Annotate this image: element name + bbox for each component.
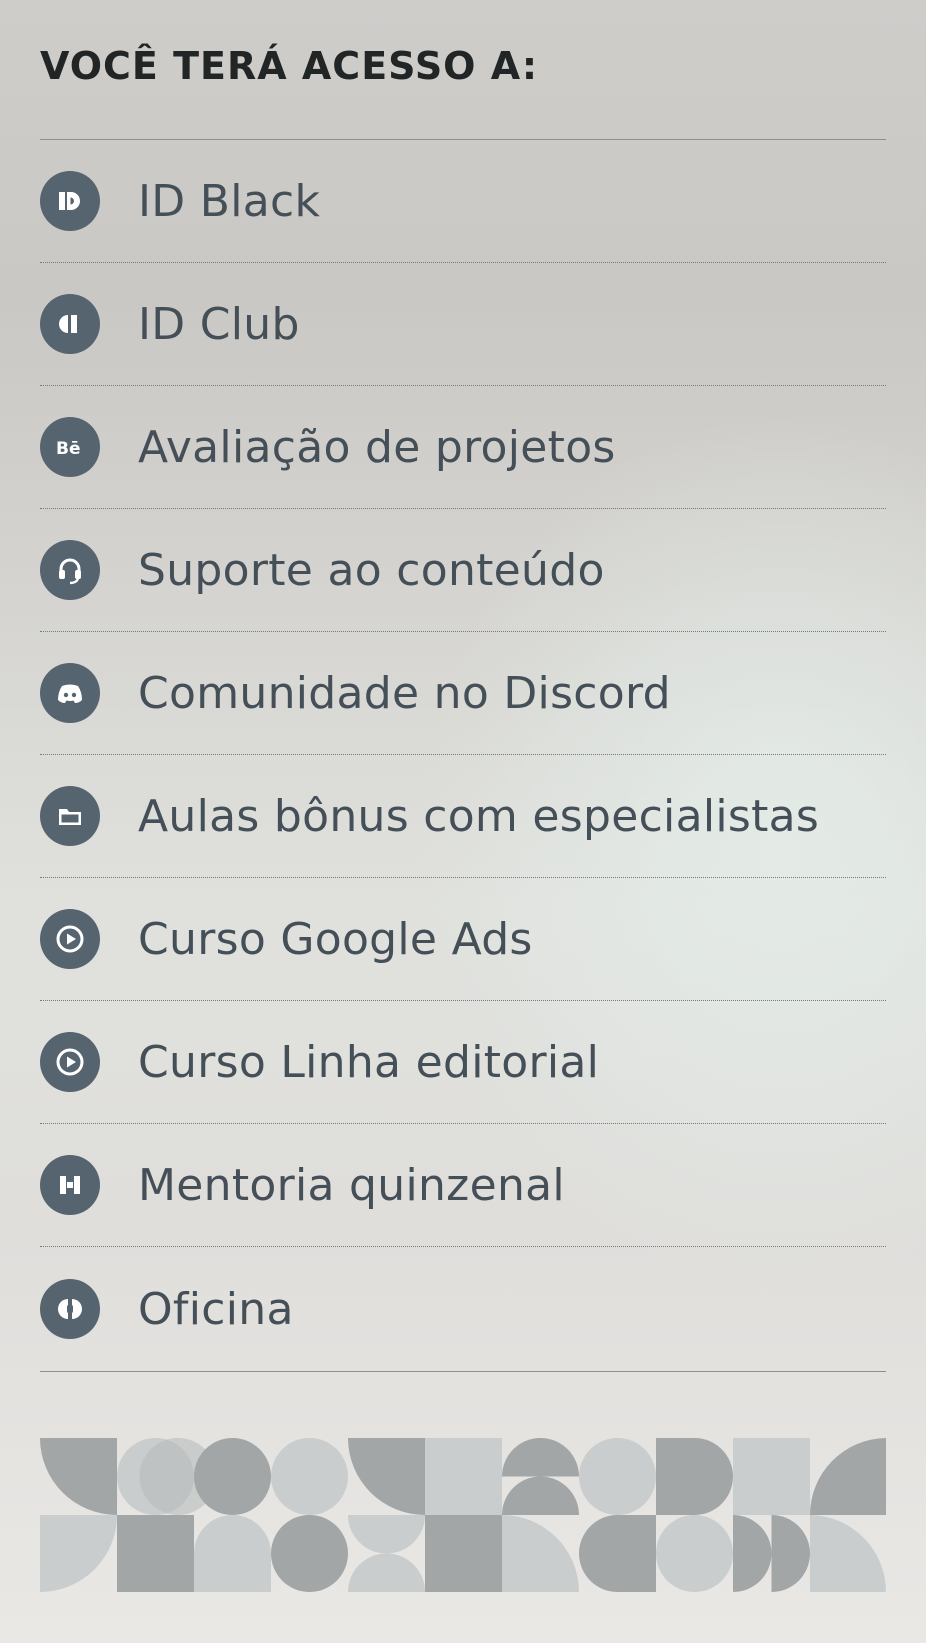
- list-item-project-review: Bē Avaliação de projetos: [40, 386, 886, 509]
- list-item-label: ID Black: [138, 175, 321, 227]
- play-icon: [40, 1032, 100, 1092]
- list-item-id-club: ID Club: [40, 263, 886, 386]
- section-heading: VOCÊ TERÁ ACESSO A:: [40, 44, 539, 88]
- benefits-list: ID Black ID Club Bē Avaliação de projeto…: [40, 139, 886, 1372]
- folder-icon: [40, 786, 100, 846]
- behance-icon: Bē: [40, 417, 100, 477]
- list-item-label: Suporte ao conteúdo: [138, 544, 605, 596]
- list-item-google-ads-course: Curso Google Ads: [40, 878, 886, 1001]
- list-item-label: Curso Google Ads: [138, 913, 533, 965]
- list-item-editorial-line-course: Curso Linha editorial: [40, 1001, 886, 1124]
- list-item-label: Mentoria quinzenal: [138, 1159, 565, 1211]
- list-item-content-support: Suporte ao conteúdo: [40, 509, 886, 632]
- workshop-logo-icon: [40, 1279, 100, 1339]
- list-item-workshop: Oficina: [40, 1247, 886, 1371]
- list-item-label: Curso Linha editorial: [138, 1036, 600, 1088]
- discord-icon: [40, 663, 100, 723]
- list-item-bonus-lessons: Aulas bônus com especialistas: [40, 755, 886, 878]
- list-item-label: ID Club: [138, 298, 300, 350]
- list-item-label: Comunidade no Discord: [138, 667, 671, 719]
- list-item-discord-community: Comunidade no Discord: [40, 632, 886, 755]
- id-club-logo-icon: [40, 294, 100, 354]
- geometric-pattern-decoration: [40, 1438, 886, 1592]
- list-item-label: Avaliação de projetos: [138, 421, 616, 473]
- list-item-id-black: ID Black: [40, 140, 886, 263]
- headset-icon: [40, 540, 100, 600]
- mentoring-logo-icon: [40, 1155, 100, 1215]
- id-black-logo-icon: [40, 171, 100, 231]
- svg-text:Bē: Bē: [56, 439, 81, 459]
- list-item-label: Oficina: [138, 1283, 294, 1335]
- play-icon: [40, 909, 100, 969]
- list-item-label: Aulas bônus com especialistas: [138, 790, 820, 842]
- list-item-biweekly-mentoring: Mentoria quinzenal: [40, 1124, 886, 1247]
